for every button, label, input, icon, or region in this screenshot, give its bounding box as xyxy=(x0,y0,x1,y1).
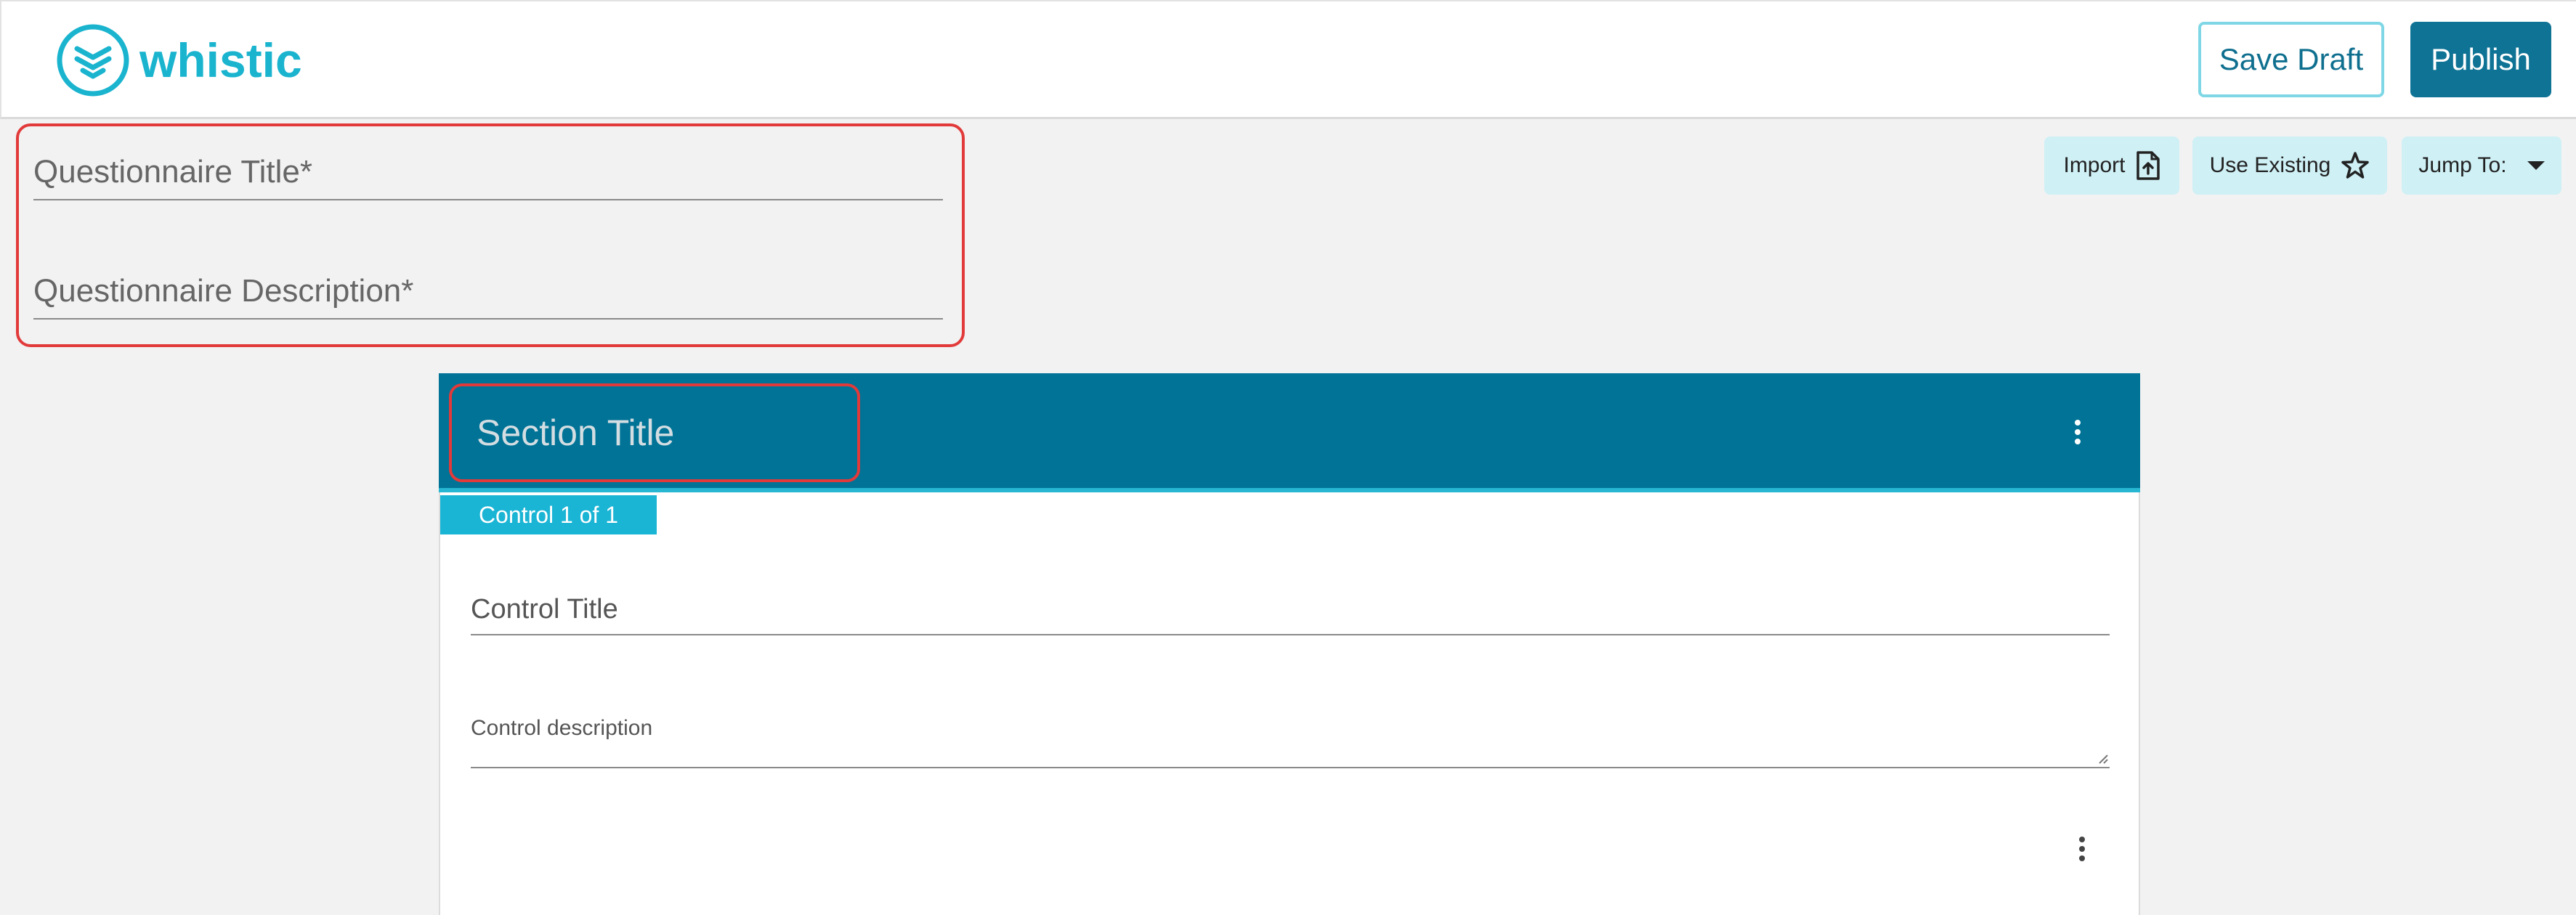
save-draft-button[interactable]: Save Draft xyxy=(2198,22,2384,97)
use-existing-button[interactable]: Use Existing xyxy=(2192,137,2387,195)
whistic-logo[interactable]: whistic xyxy=(55,22,302,99)
control-description-placeholder: Control description xyxy=(471,716,653,740)
section-title-highlight: Section Title xyxy=(449,383,860,482)
caret-down-icon xyxy=(2527,161,2545,170)
questionnaire-title-input[interactable]: Questionnaire Title* xyxy=(33,154,943,200)
jump-to-label: Jump To: xyxy=(2418,153,2507,177)
import-button[interactable]: Import xyxy=(2044,137,2179,195)
section-title-input[interactable]: Section Title xyxy=(477,412,674,454)
questionnaire-description-input[interactable]: Questionnaire Description* xyxy=(33,273,943,320)
brand-name: whistic xyxy=(139,33,302,87)
file-upload-icon xyxy=(2136,151,2160,180)
control-menu-icon[interactable] xyxy=(2075,837,2089,861)
questionnaire-fields-highlight: Questionnaire Title* Questionnaire Descr… xyxy=(16,123,965,347)
resize-handle-icon[interactable] xyxy=(2097,752,2108,764)
control-description-textarea[interactable]: Control description xyxy=(471,716,2110,768)
section-menu-icon[interactable] xyxy=(2070,420,2085,444)
import-label: Import xyxy=(2063,153,2126,177)
publish-button[interactable]: Publish xyxy=(2410,22,2551,97)
section-header: Section Title xyxy=(439,373,2140,492)
top-header: whistic Save Draft Publish xyxy=(0,0,2576,119)
control-title-input[interactable]: Control Title xyxy=(471,594,2110,635)
jump-to-dropdown[interactable]: Jump To: xyxy=(2402,137,2561,195)
whistic-logo-icon xyxy=(57,24,129,97)
star-icon xyxy=(2341,152,2370,179)
use-existing-label: Use Existing xyxy=(2209,153,2331,177)
section-body: Control 1 of 1 Control Title Control des… xyxy=(439,492,2140,915)
control-counter-badge: Control 1 of 1 xyxy=(440,495,657,534)
